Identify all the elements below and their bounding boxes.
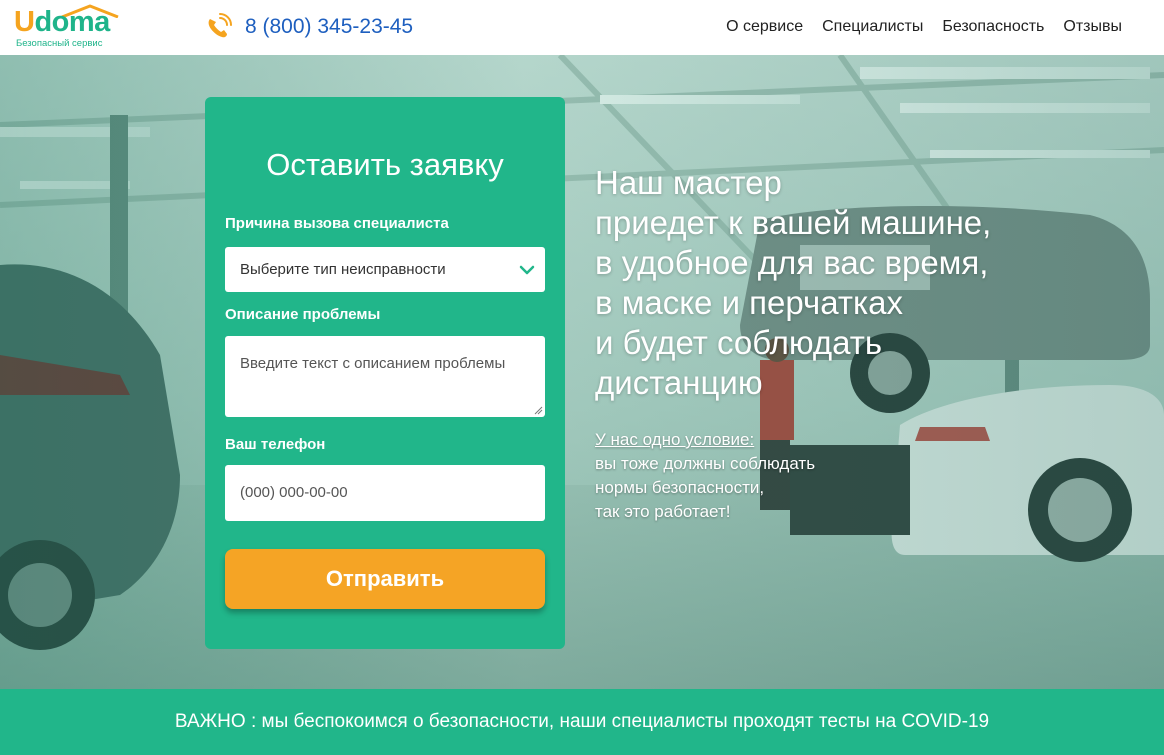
headline-line: приедет к вашей машине, xyxy=(595,204,992,241)
phone-placeholder: (000) 000-00-00 xyxy=(240,484,348,501)
condition-line: так это работает! xyxy=(595,502,731,521)
condition-block: У нас одно условие: вы тоже должны соблю… xyxy=(595,428,815,524)
site-header: Udoma Безопасный сервис 8 (800) 345-23-4… xyxy=(0,0,1164,55)
covid-notice-banner: ВАЖНО : мы беспокоимся о безопасности, н… xyxy=(0,689,1164,755)
request-form: Оставить заявку Причина вызова специалис… xyxy=(205,97,565,649)
headline-line: дистанцию xyxy=(595,364,763,401)
udoma-logo[interactable]: Udoma Безопасный сервис xyxy=(14,2,124,50)
nav-item-about[interactable]: О сервисе xyxy=(726,15,803,39)
nav-item-specialists[interactable]: Специалисты xyxy=(822,15,923,39)
headline-line: и будет соблюдать xyxy=(595,324,883,361)
hero-section: Оставить заявку Причина вызова специалис… xyxy=(0,55,1164,689)
malfunction-type-select[interactable]: Выберите тип неисправности xyxy=(225,247,545,292)
headline-line: в маске и перчатках xyxy=(595,284,903,321)
description-placeholder: Введите текст с описанием проблемы xyxy=(240,355,506,372)
submit-button[interactable]: Отправить xyxy=(225,549,545,609)
form-title: Оставить заявку xyxy=(266,147,504,182)
phone-input[interactable]: (000) 000-00-00 xyxy=(225,465,545,521)
condition-title: У нас одно условие: xyxy=(595,430,755,449)
headline-line: в удобное для вас время, xyxy=(595,244,989,281)
logo-letters-doma: doma xyxy=(34,6,110,38)
header-phone-number[interactable]: 8 (800) 345-23-45 xyxy=(245,13,413,41)
description-label: Описание проблемы xyxy=(225,306,381,323)
logo-wordmark: Udoma xyxy=(14,6,110,38)
main-nav: О сервисе Специалисты Безопасность Отзыв… xyxy=(726,15,1122,39)
description-textarea[interactable]: Введите текст с описанием проблемы xyxy=(225,336,545,417)
malfunction-type-value: Выберите тип неисправности xyxy=(240,261,446,278)
nav-item-reviews[interactable]: Отзывы xyxy=(1063,15,1122,39)
reason-label: Причина вызова специалиста xyxy=(225,215,449,232)
headline-line: Наш мастер xyxy=(595,164,782,201)
logo-tagline: Безопасный сервис xyxy=(16,38,103,49)
hero-headline: Наш мастер приедет к вашей машине, в удо… xyxy=(595,163,1115,403)
phone-ringing-icon xyxy=(208,13,232,38)
resize-handle-icon[interactable] xyxy=(534,406,543,415)
nav-item-security[interactable]: Безопасность xyxy=(942,15,1044,39)
condition-line: вы тоже должны соблюдать xyxy=(595,454,816,473)
condition-line: нормы безопасности, xyxy=(595,478,765,497)
phone-label: Ваш телефон xyxy=(225,436,326,453)
chevron-down-icon xyxy=(519,265,535,275)
logo-letter-u: U xyxy=(14,6,35,38)
covid-notice-text: ВАЖНО : мы беспокоимся о безопасности, н… xyxy=(174,711,990,732)
